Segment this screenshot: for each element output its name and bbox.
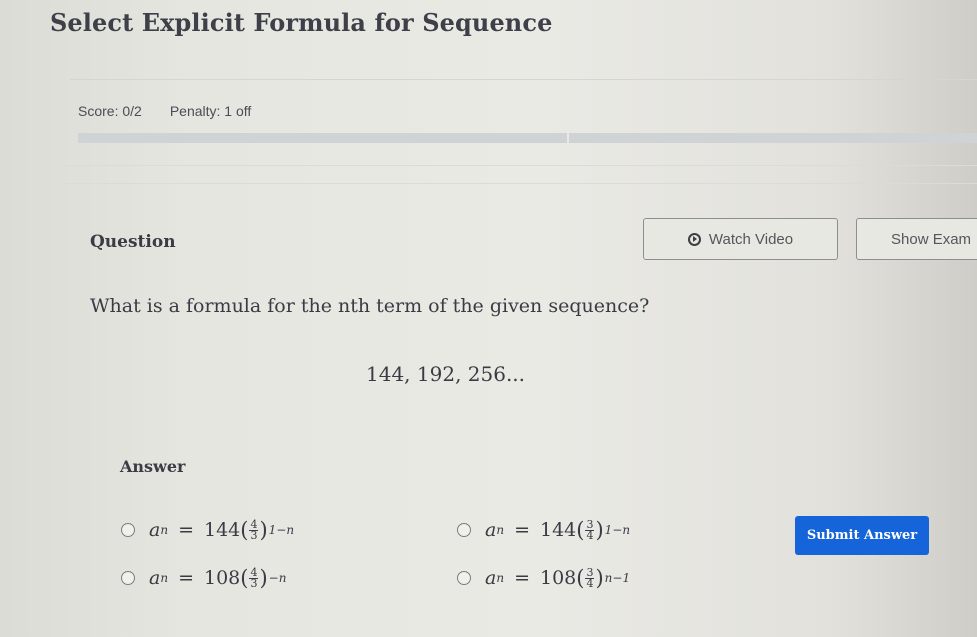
penalty-text: Penalty: 1 off <box>169 103 252 119</box>
progress-segment-2[interactable] <box>569 133 977 143</box>
fraction: 43 <box>249 565 259 590</box>
divider <box>60 165 977 166</box>
submit-answer-button[interactable]: Submit Answer <box>795 516 929 555</box>
answer-option-2[interactable]: an = 144(3 4) 1−n <box>457 518 630 542</box>
radio-button[interactable] <box>121 523 135 537</box>
radio-button[interactable] <box>457 523 471 537</box>
score-text: Score: 0/2 <box>78 103 142 119</box>
watch-video-button[interactable]: Watch Video <box>643 218 838 260</box>
question-text: What is a formula for the nth term of th… <box>90 295 650 317</box>
show-example-label: Show Exam <box>891 230 972 248</box>
watch-video-label: Watch Video <box>708 230 794 248</box>
answer-heading: Answer <box>120 457 186 476</box>
show-example-button[interactable]: Show Exam <box>856 218 977 260</box>
formula: an = 144(3 4) 1−n <box>485 517 631 542</box>
formula: an = 144(4 3) 1−n <box>149 517 295 542</box>
fraction: 34 <box>585 517 595 542</box>
answer-option-4[interactable]: an = 108(3 4) n−1 <box>457 566 630 590</box>
play-circle-icon <box>687 232 701 246</box>
question-heading: Question <box>90 232 176 252</box>
fraction: 43 <box>249 517 259 542</box>
progress-segment-1[interactable] <box>78 133 567 143</box>
question-progress-bar <box>78 133 977 143</box>
radio-button[interactable] <box>457 571 471 585</box>
divider <box>60 183 977 184</box>
radio-button[interactable] <box>121 571 135 585</box>
answer-option-1[interactable]: an = 144(4 3) 1−n <box>121 518 294 542</box>
score-bar: Score: 0/2 Penalty: 1 off <box>78 103 251 119</box>
fraction: 34 <box>585 565 595 590</box>
answer-option-3[interactable]: an = 108(4 3) −n <box>121 566 286 590</box>
formula: an = 108(4 3) −n <box>149 565 287 590</box>
divider <box>70 79 977 80</box>
page-title: Select Explicit Formula for Sequence <box>50 8 553 37</box>
formula: an = 108(3 4) n−1 <box>485 565 631 590</box>
sequence-text: 144, 192, 256... <box>366 362 526 386</box>
